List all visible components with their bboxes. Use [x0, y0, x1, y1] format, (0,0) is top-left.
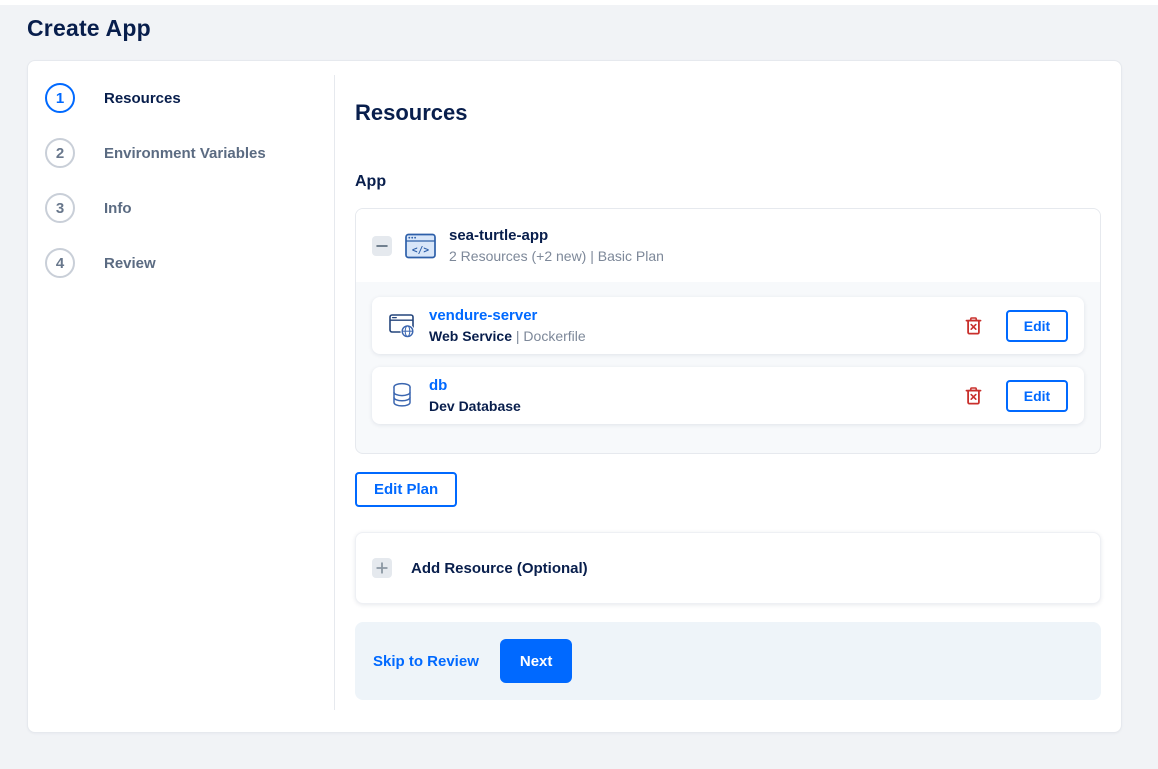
add-resource-card[interactable]: Add Resource (Optional) — [355, 532, 1101, 604]
step-label: Resources — [104, 89, 181, 107]
resource-detail: | Dockerfile — [512, 327, 586, 344]
next-button[interactable]: Next — [499, 639, 573, 683]
trash-icon — [965, 386, 982, 404]
resource-list: vendure-server Web Service | Dockerfile — [356, 282, 1100, 453]
app-name: sea-turtle-app — [449, 227, 549, 244]
add-resource-label: Add Resource (Optional) — [411, 559, 588, 577]
resource-name-link[interactable]: vendure-server — [429, 307, 586, 325]
delete-resource-button[interactable] — [965, 386, 982, 405]
step-label: Info — [104, 199, 132, 217]
database-icon — [388, 382, 416, 409]
resource-row: db Dev Database Edit — [372, 367, 1084, 424]
plus-icon — [376, 562, 388, 574]
step-content: Resources App </> sea-turtle-app 2 Resou… — [334, 61, 1121, 732]
resource-name-link[interactable]: db — [429, 377, 521, 395]
svg-text:</>: </> — [412, 244, 429, 255]
app-summary: 2 Resources (+2 new) | Basic Plan — [449, 248, 664, 264]
wizard-stepper: 1 Resources 2 Environment Variables 3 In… — [28, 61, 334, 732]
step-number-badge: 2 — [45, 138, 75, 168]
delete-resource-button[interactable] — [965, 316, 982, 335]
app-section-label: App — [355, 173, 387, 190]
app-group-text: sea-turtle-app 2 Resources (+2 new) | Ba… — [449, 226, 664, 265]
row-actions: Edit — [965, 379, 1068, 412]
step-info[interactable]: 3 Info — [45, 193, 334, 223]
resource-text: db Dev Database — [429, 377, 521, 415]
step-review[interactable]: 4 Review — [45, 248, 334, 278]
create-app-card: 1 Resources 2 Environment Variables 3 In… — [27, 60, 1122, 733]
trash-icon — [965, 316, 982, 334]
step-number-badge: 3 — [45, 193, 75, 223]
resource-text: vendure-server Web Service | Dockerfile — [429, 307, 586, 345]
minus-icon — [376, 244, 388, 247]
step-number-badge: 1 — [45, 83, 75, 113]
step-number-badge: 4 — [45, 248, 75, 278]
step-label: Review — [104, 254, 156, 272]
collapse-toggle-button[interactable] — [372, 235, 392, 256]
skip-to-review-link[interactable]: Skip to Review — [373, 653, 479, 670]
edit-resource-button[interactable]: Edit — [1006, 379, 1068, 412]
resources-heading: Resources — [355, 100, 468, 125]
edit-plan-button[interactable]: Edit Plan — [355, 472, 458, 507]
wizard-footer: Skip to Review Next — [355, 622, 1101, 700]
page-title: Create App — [27, 15, 151, 41]
app-group: </> sea-turtle-app 2 Resources (+2 new) … — [355, 208, 1101, 454]
resource-type: Dev Database — [429, 397, 521, 414]
step-resources[interactable]: 1 Resources — [45, 83, 334, 113]
code-window-icon: </> — [405, 233, 436, 259]
resource-subtitle: Dev Database — [429, 397, 521, 415]
resource-type: Web Service — [429, 327, 513, 344]
app-group-header: </> sea-turtle-app 2 Resources (+2 new) … — [356, 209, 1100, 282]
step-environment-variables[interactable]: 2 Environment Variables — [45, 138, 334, 168]
resource-row: vendure-server Web Service | Dockerfile — [372, 297, 1084, 354]
edit-resource-button[interactable]: Edit — [1006, 309, 1068, 342]
plus-icon-wrap — [372, 558, 392, 578]
step-label: Environment Variables — [104, 144, 266, 162]
web-service-icon — [388, 313, 416, 339]
row-actions: Edit — [965, 309, 1068, 342]
sidebar-divider — [334, 75, 335, 710]
resource-subtitle: Web Service | Dockerfile — [429, 327, 586, 345]
